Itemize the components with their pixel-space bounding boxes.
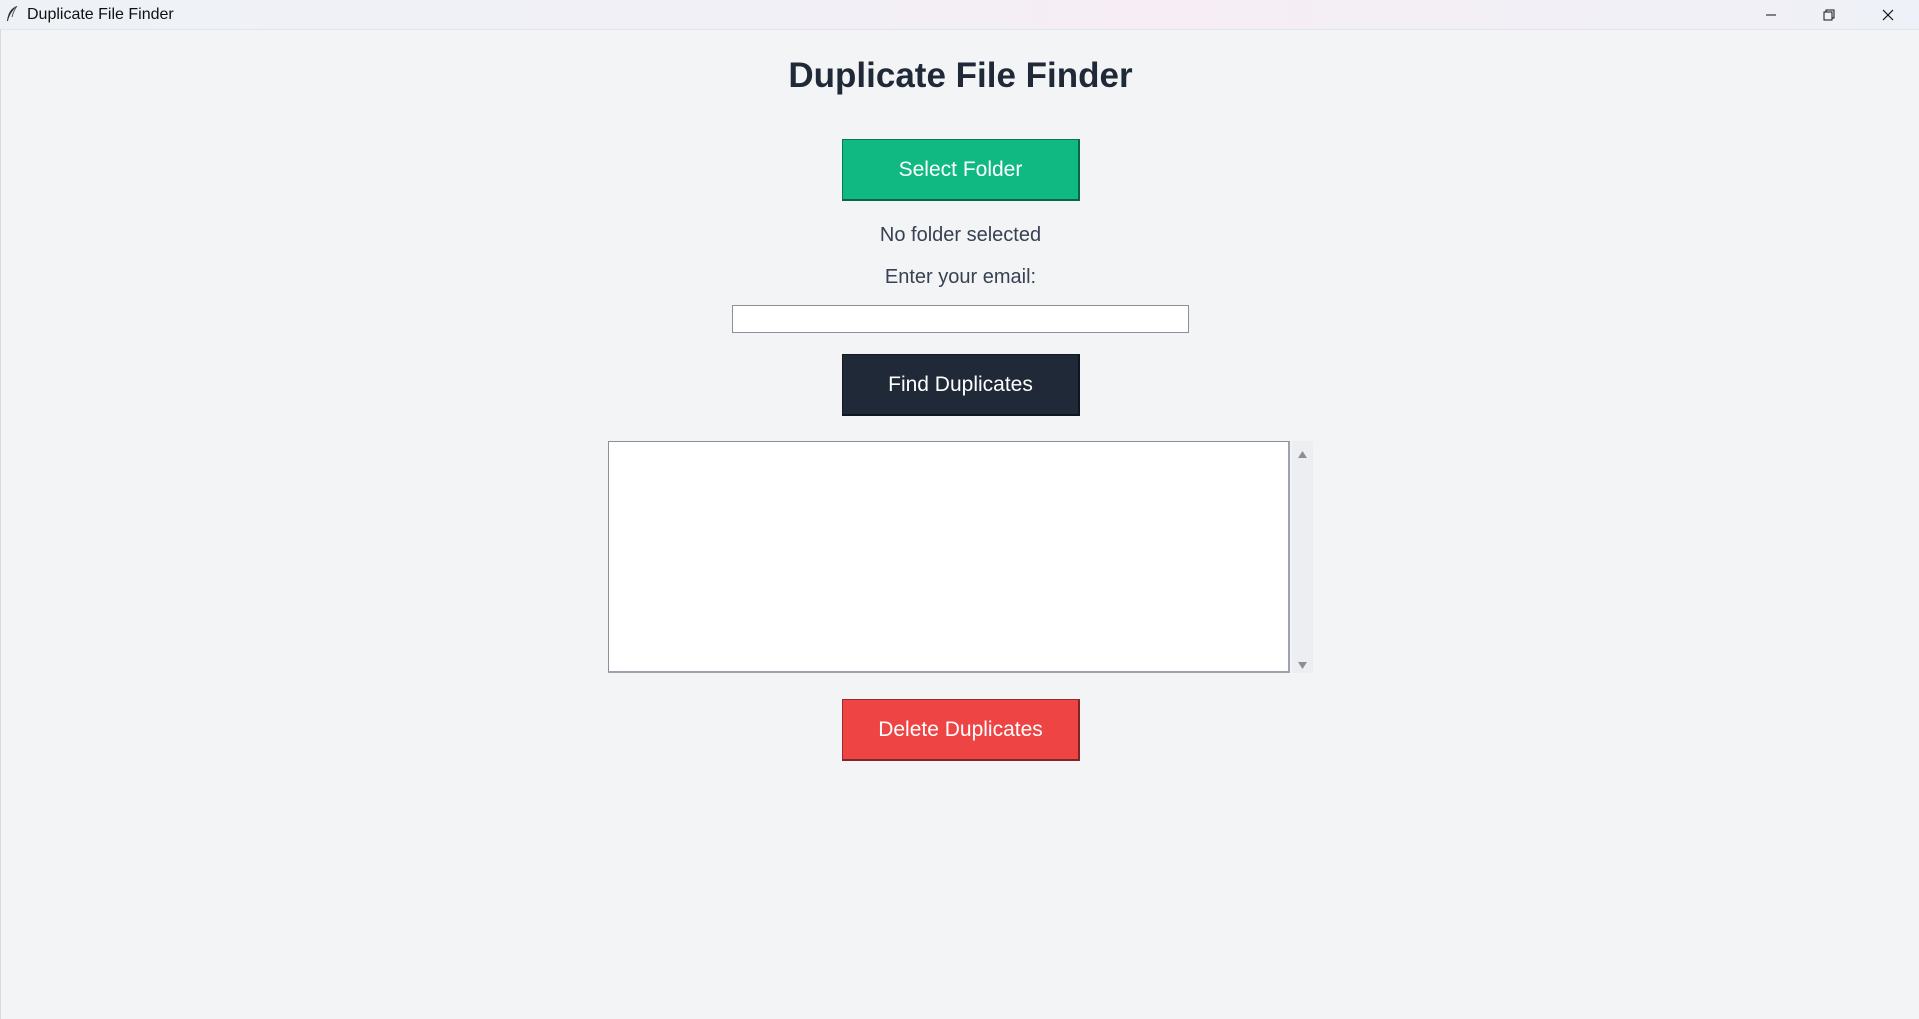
restore-icon [1823, 9, 1835, 21]
results-textbox[interactable] [608, 441, 1290, 673]
minimize-button[interactable] [1742, 0, 1800, 30]
email-label: Enter your email: [884, 266, 1037, 288]
scroll-down-arrow-icon[interactable] [1297, 657, 1308, 669]
title-bar: Duplicate File Finder [0, 0, 1919, 30]
results-scrollbar[interactable] [1292, 441, 1313, 673]
minimize-icon [1766, 14, 1776, 16]
delete-duplicates-button[interactable]: Delete Duplicates [842, 699, 1080, 761]
app-window-content: Duplicate File Finder Select Folder No f… [0, 30, 1919, 1019]
find-duplicates-button[interactable]: Find Duplicates [842, 354, 1080, 416]
restore-button[interactable] [1800, 0, 1858, 30]
close-button[interactable] [1859, 0, 1917, 30]
scroll-up-arrow-icon[interactable] [1297, 447, 1308, 458]
folder-status-label: No folder selected [879, 224, 1042, 246]
close-icon [1882, 9, 1894, 21]
email-input[interactable] [732, 305, 1189, 333]
select-folder-button[interactable]: Select Folder [842, 139, 1080, 201]
page-title: Duplicate File Finder [788, 56, 1133, 95]
window-title: Duplicate File Finder [27, 6, 174, 23]
feather-icon [5, 5, 19, 23]
